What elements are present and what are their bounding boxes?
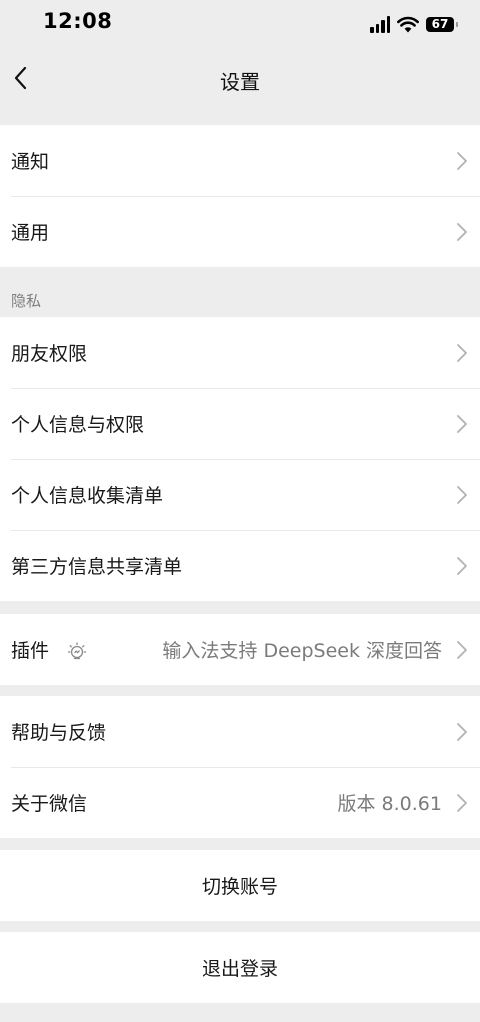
settings-item-plugins[interactable]: 插件 输入法支持 DeepSeek 深度回答: [0, 614, 480, 685]
settings-item-friend-permissions[interactable]: 朋友权限: [0, 317, 480, 388]
chevron-right-icon: [457, 415, 467, 433]
settings-item-label: 关于微信: [11, 793, 88, 815]
settings-item-label: 个人信息收集清单: [11, 485, 164, 507]
settings-item-label: 通知: [11, 151, 50, 173]
version-value: 版本 8.0.61: [337, 793, 442, 815]
lightbulb-icon: [67, 642, 87, 660]
settings-item-label: 插件: [11, 640, 50, 662]
chevron-right-icon: [457, 641, 467, 659]
status-icons: 67: [370, 12, 458, 36]
chevron-right-icon: [457, 152, 467, 170]
logout-button[interactable]: 退出登录: [0, 932, 480, 1003]
status-time: 12:08: [43, 9, 113, 33]
settings-item-label: 帮助与反馈: [11, 722, 107, 744]
wifi-icon: [397, 16, 419, 32]
help-about-group: 帮助与反馈 关于微信 版本 8.0.61: [0, 696, 480, 838]
switch-account-button[interactable]: 切换账号: [0, 850, 480, 921]
settings-item-label: 个人信息与权限: [11, 414, 145, 436]
chevron-right-icon: [457, 223, 467, 241]
status-bar: 12:08 67: [0, 0, 480, 48]
page-title: 设置: [220, 70, 260, 94]
settings-item-third-party-sharing[interactable]: 第三方信息共享清单: [0, 530, 480, 601]
chevron-right-icon: [457, 794, 467, 812]
battery-level: 67: [431, 17, 449, 31]
section-label-privacy: 隐私: [11, 292, 42, 310]
chevron-right-icon: [457, 486, 467, 504]
settings-item-label: 通用: [11, 222, 50, 244]
settings-item-personal-info-collection[interactable]: 个人信息收集清单: [0, 459, 480, 530]
settings-item-general[interactable]: 通用: [0, 196, 480, 267]
chevron-right-icon: [457, 344, 467, 362]
settings-item-about-wechat[interactable]: 关于微信 版本 8.0.61: [0, 767, 480, 838]
settings-item-notifications[interactable]: 通知: [0, 125, 480, 196]
plugin-value: 输入法支持 DeepSeek 深度回答: [162, 640, 442, 662]
settings-item-label: 第三方信息共享清单: [11, 556, 183, 578]
cellular-signal-icon: [370, 15, 390, 33]
chevron-right-icon: [457, 557, 467, 575]
settings-item-label: 朋友权限: [11, 343, 88, 365]
plugins-group: 插件 输入法支持 DeepSeek 深度回答: [0, 614, 480, 685]
navigation-bar: 设置: [0, 48, 480, 108]
settings-item-personal-info-permissions[interactable]: 个人信息与权限: [0, 388, 480, 459]
general-settings-group: 通知 通用: [0, 125, 480, 267]
settings-item-help-feedback[interactable]: 帮助与反馈: [0, 696, 480, 767]
chevron-right-icon: [457, 723, 467, 741]
privacy-settings-group: 朋友权限 个人信息与权限 个人信息收集清单 第三方信息共享清单: [0, 317, 480, 601]
battery-icon: 67: [426, 16, 458, 32]
